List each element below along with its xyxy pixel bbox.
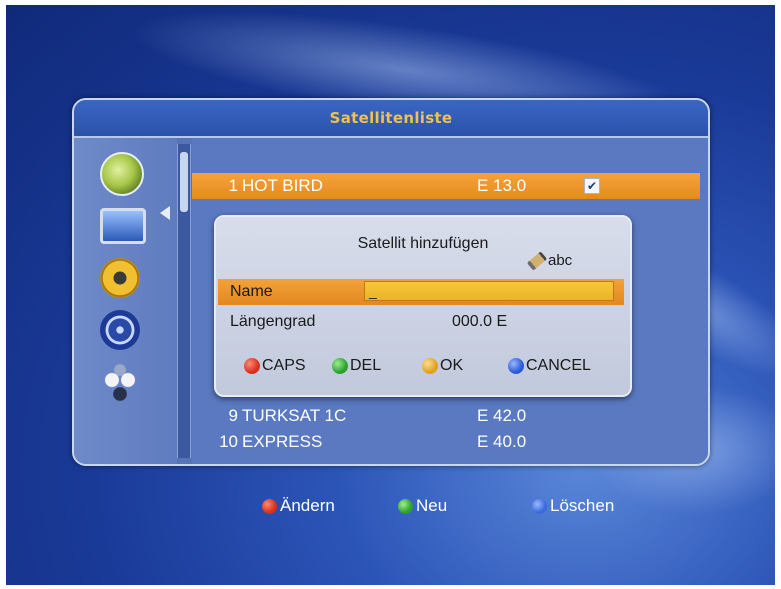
- satellite-row[interactable]: 1 HOT BIRD E 13.0 ✔: [192, 173, 700, 199]
- list-scrollbar[interactable]: [177, 144, 191, 458]
- yellow-button-icon: [422, 358, 438, 374]
- new-button[interactable]: Neu: [398, 496, 447, 516]
- name-field-row[interactable]: Name _: [218, 279, 624, 305]
- longitude-field-row[interactable]: Längengrad 000.0 E: [218, 309, 624, 335]
- tv-screen: Satellitenliste 1 HOT BIRD E 13.0 ✔ 9 TU…: [6, 5, 775, 585]
- satellite-name: HOT BIRD: [242, 176, 323, 195]
- edit-button[interactable]: Ändern: [262, 496, 335, 516]
- panel-header: Satellitenliste: [74, 100, 708, 138]
- blue-button-icon: [508, 358, 524, 374]
- delete-button-label: Löschen: [550, 496, 615, 515]
- input-mode-label: abc: [548, 252, 573, 269]
- green-button-icon: [332, 358, 348, 374]
- satellite-row[interactable]: 10 EXPRESS E 40.0: [192, 429, 700, 455]
- longitude-value[interactable]: 000.0 E: [452, 313, 507, 331]
- panel-title: Satellitenliste: [329, 109, 453, 127]
- green-button-icon: [398, 498, 413, 514]
- dialog-title: Satellit hinzufügen: [357, 235, 489, 252]
- film-reel-icon[interactable]: [100, 310, 140, 350]
- gear-icon[interactable]: [100, 258, 140, 298]
- satellite-position: E 40.0: [477, 432, 527, 451]
- input-mode-indicator: abc: [526, 251, 573, 271]
- pencil-icon: [526, 251, 548, 271]
- satellite-position: E 13.0: [477, 176, 527, 195]
- satellite-name: TURKSAT 1C: [242, 406, 347, 425]
- satellite-number: 10: [219, 432, 238, 451]
- tv-monitor-icon[interactable]: [100, 208, 146, 244]
- satellite-number: 1: [228, 176, 238, 195]
- del-button[interactable]: DEL: [332, 357, 381, 375]
- cancel-button-label: CANCEL: [526, 357, 591, 374]
- menu-sidebar: [74, 138, 177, 464]
- network-icon[interactable]: [100, 364, 140, 404]
- satellite-dish-icon[interactable]: [100, 152, 144, 196]
- name-input[interactable]: _: [364, 281, 614, 301]
- satellite-checkbox[interactable]: ✔: [584, 178, 600, 194]
- name-label: Name: [230, 283, 273, 300]
- red-button-icon: [244, 358, 260, 374]
- longitude-label: Längengrad: [230, 313, 316, 330]
- caps-button-label: CAPS: [262, 357, 306, 374]
- edit-button-label: Ändern: [280, 496, 335, 515]
- add-satellite-dialog: Satellit hinzufügen abc Name _ Längengra…: [214, 215, 632, 397]
- cancel-button[interactable]: CANCEL: [508, 357, 591, 375]
- new-button-label: Neu: [416, 496, 448, 515]
- red-button-icon: [262, 498, 277, 514]
- del-button-label: DEL: [350, 357, 382, 374]
- blue-button-icon: [532, 498, 547, 514]
- satellite-number: 9: [228, 406, 238, 425]
- ok-button-label: OK: [440, 357, 464, 374]
- scrollbar-thumb[interactable]: [180, 152, 188, 212]
- delete-button[interactable]: Löschen: [532, 496, 614, 516]
- caps-button[interactable]: CAPS: [244, 357, 306, 375]
- ok-button[interactable]: OK: [422, 357, 463, 375]
- satellite-row[interactable]: 9 TURKSAT 1C E 42.0: [192, 403, 700, 429]
- selection-arrow-icon: [160, 206, 170, 220]
- satellite-position: E 42.0: [477, 406, 527, 425]
- satellite-name: EXPRESS: [242, 432, 323, 451]
